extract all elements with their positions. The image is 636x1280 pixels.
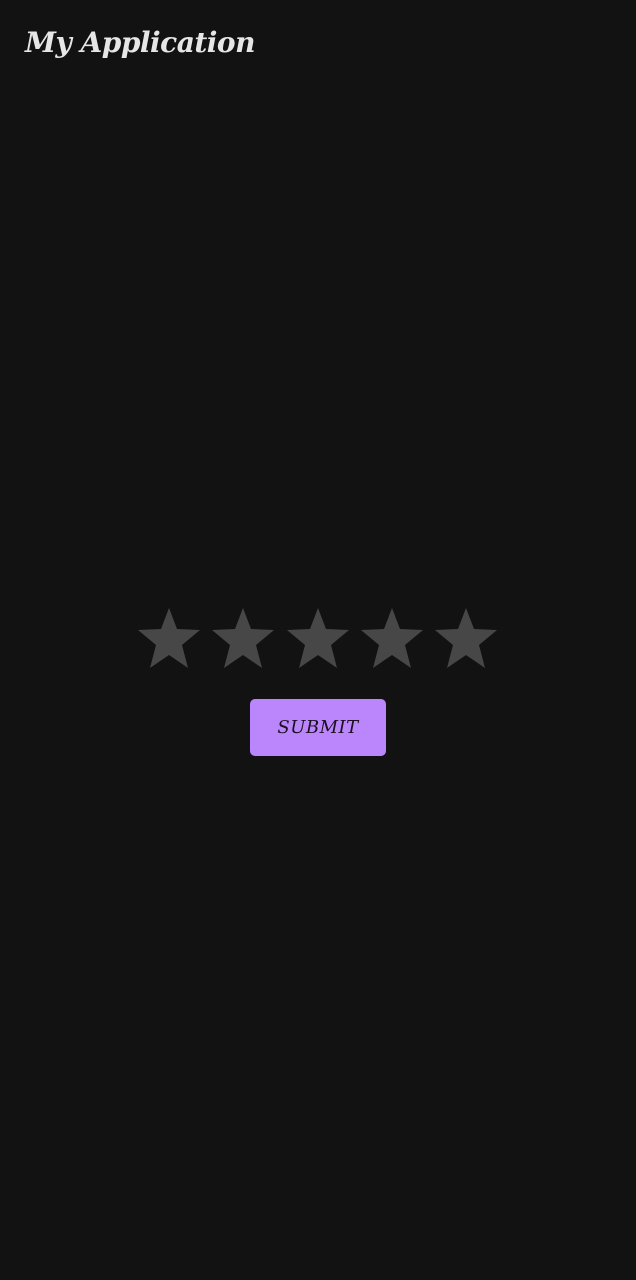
- app-bar: My Application: [0, 0, 636, 90]
- star-icon: [287, 608, 349, 668]
- submit-button[interactable]: SUBMIT: [250, 699, 386, 756]
- star-2[interactable]: [210, 606, 276, 670]
- star-3[interactable]: [285, 606, 351, 670]
- star-icon: [435, 608, 497, 668]
- app-title: My Application: [25, 26, 255, 59]
- star-1[interactable]: [136, 606, 202, 670]
- star-5[interactable]: [433, 606, 499, 670]
- star-4[interactable]: [359, 606, 425, 670]
- submit-button-label: SUBMIT: [277, 717, 359, 738]
- rating-bar[interactable]: [136, 606, 500, 670]
- star-icon: [361, 608, 423, 668]
- star-icon: [212, 608, 274, 668]
- star-icon: [138, 608, 200, 668]
